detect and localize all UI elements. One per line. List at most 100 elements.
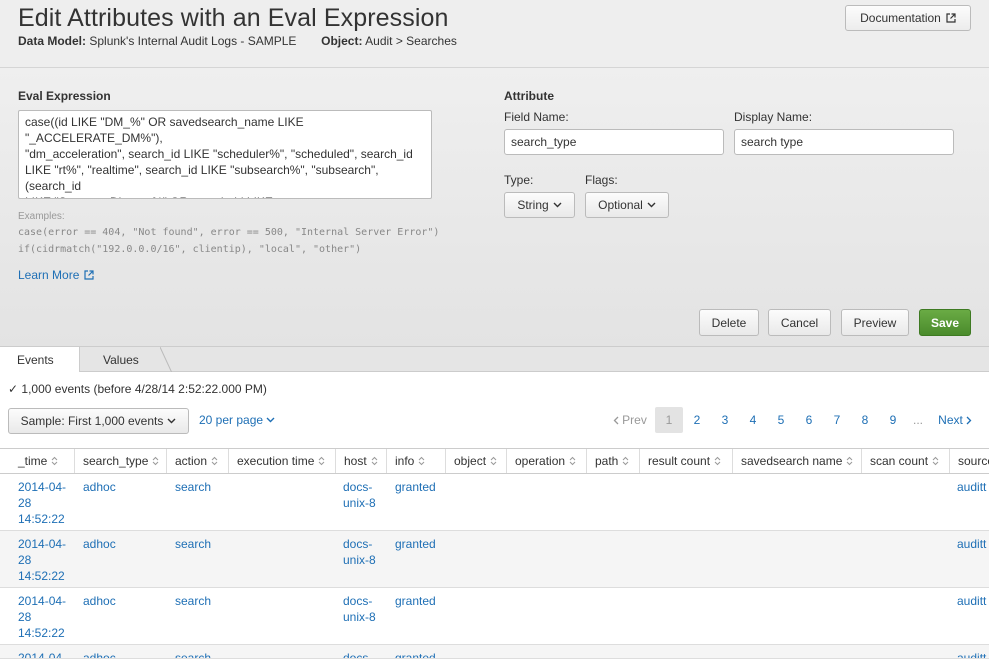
sample-label: Sample: First 1,000 events bbox=[20, 414, 164, 428]
sort-icon bbox=[371, 456, 378, 466]
per-page-dropdown[interactable]: 20 per page bbox=[199, 413, 275, 427]
preview-button[interactable]: Preview bbox=[841, 309, 909, 336]
cell-info[interactable]: granted bbox=[395, 536, 436, 552]
cell-source[interactable]: auditt bbox=[957, 479, 986, 495]
flags-dropdown[interactable]: Optional bbox=[585, 192, 669, 218]
attribute-label: Attribute bbox=[504, 89, 554, 103]
column-header[interactable]: execution time bbox=[229, 449, 336, 473]
cancel-button[interactable]: Cancel bbox=[768, 309, 831, 336]
cell-info[interactable]: granted bbox=[395, 650, 436, 658]
field-name-input[interactable]: search_type bbox=[504, 129, 724, 155]
page-header: Edit Attributes with an Eval Expression … bbox=[0, 0, 989, 68]
documentation-button[interactable]: Documentation bbox=[845, 5, 971, 31]
pagination-page-4[interactable]: 4 bbox=[739, 407, 767, 433]
delete-button[interactable]: Delete bbox=[699, 309, 759, 336]
type-value: String bbox=[517, 198, 549, 212]
cell-search-type[interactable]: adhoc bbox=[83, 650, 116, 658]
display-name-input[interactable]: search type bbox=[734, 129, 954, 155]
column-header[interactable]: _time bbox=[8, 449, 75, 473]
external-link-icon bbox=[84, 270, 94, 280]
type-dropdown[interactable]: String bbox=[504, 192, 575, 218]
cell-host[interactable]: docs- unix-8 bbox=[343, 593, 376, 625]
column-header[interactable]: object bbox=[446, 449, 507, 473]
cell-time[interactable]: 2014-04- bbox=[18, 650, 66, 658]
pagination-page-3[interactable]: 3 bbox=[711, 407, 739, 433]
column-header[interactable]: savedsearch name bbox=[733, 449, 862, 473]
tab-divider bbox=[160, 347, 173, 373]
chevron-left-icon bbox=[613, 416, 619, 424]
table-row[interactable]: 2014-04- adhoc search docs- granted audi… bbox=[0, 645, 989, 659]
cell-time[interactable]: 2014-04- 28 14:52:22 bbox=[18, 536, 66, 584]
eval-expression-textarea[interactable]: case((id LIKE "DM_%" OR savedsearch_name… bbox=[18, 110, 432, 199]
cell-search-type[interactable]: adhoc bbox=[83, 479, 116, 495]
check-icon: ✓ bbox=[8, 382, 19, 396]
table-row[interactable]: 2014-04- 28 14:52:22 adhoc search docs- … bbox=[0, 588, 989, 645]
pagination-page-2[interactable]: 2 bbox=[683, 407, 711, 433]
pagination-page-5[interactable]: 5 bbox=[767, 407, 795, 433]
sort-icon bbox=[490, 456, 497, 466]
column-header[interactable]: result count bbox=[640, 449, 733, 473]
object-value: Audit > Searches bbox=[365, 34, 457, 48]
eval-editor-panel: Eval Expression case((id LIKE "DM_%" OR … bbox=[0, 68, 989, 346]
sort-icon bbox=[714, 456, 721, 466]
cell-time[interactable]: 2014-04- 28 14:52:22 bbox=[18, 593, 66, 641]
sort-icon bbox=[153, 456, 159, 466]
cell-time[interactable]: 2014-04- 28 14:52:22 bbox=[18, 479, 66, 527]
pagination-page-8[interactable]: 8 bbox=[851, 407, 879, 433]
tab-events[interactable]: Events bbox=[0, 347, 80, 373]
tab-values[interactable]: Values bbox=[80, 347, 172, 373]
cell-source[interactable]: auditt bbox=[957, 536, 986, 552]
per-page-label: 20 per page bbox=[199, 413, 264, 427]
column-header[interactable]: action bbox=[167, 449, 229, 473]
learn-more-link[interactable]: Learn More bbox=[18, 268, 94, 282]
data-model-value: Splunk's Internal Audit Logs - SAMPLE bbox=[89, 34, 297, 48]
sort-icon bbox=[319, 456, 325, 466]
cell-info[interactable]: granted bbox=[395, 479, 436, 495]
object-label: Object: bbox=[321, 34, 363, 48]
sample-dropdown[interactable]: Sample: First 1,000 events bbox=[8, 408, 189, 434]
cell-search-type[interactable]: adhoc bbox=[83, 536, 116, 552]
cell-host[interactable]: docs- unix-8 bbox=[343, 479, 376, 511]
pagination-page-7[interactable]: 7 bbox=[823, 407, 851, 433]
sort-icon bbox=[419, 456, 425, 466]
column-header[interactable]: info bbox=[387, 449, 446, 473]
chevron-right-icon bbox=[966, 416, 972, 424]
pagination-next[interactable]: Next bbox=[935, 407, 975, 433]
column-header[interactable]: path bbox=[587, 449, 640, 473]
cell-host[interactable]: docs- bbox=[343, 650, 372, 658]
field-name-label: Field Name: bbox=[504, 110, 569, 124]
table-row[interactable]: 2014-04- 28 14:52:22 adhoc search docs- … bbox=[0, 474, 989, 531]
cell-action[interactable]: search bbox=[175, 593, 211, 609]
example-2: if(cidrmatch("192.0.0.0/16", clientip), … bbox=[18, 244, 362, 255]
column-header[interactable]: search_type bbox=[75, 449, 167, 473]
results-area: ✓ 1,000 events (before 4/28/14 2:52:22.0… bbox=[0, 372, 989, 659]
cell-search-type[interactable]: adhoc bbox=[83, 593, 116, 609]
sort-icon bbox=[623, 456, 629, 466]
table-header: _time search_type action execution time … bbox=[0, 448, 989, 474]
cell-source[interactable]: auditt bbox=[957, 593, 986, 609]
cell-source[interactable]: auditt bbox=[957, 650, 986, 658]
table-row[interactable]: 2014-04- 28 14:52:22 adhoc search docs- … bbox=[0, 531, 989, 588]
column-header[interactable]: source bbox=[950, 449, 989, 473]
results-tabs: Events Values bbox=[0, 346, 989, 373]
pagination-page-1[interactable]: 1 bbox=[655, 407, 683, 433]
chevron-down-icon bbox=[647, 202, 656, 208]
cell-info[interactable]: granted bbox=[395, 593, 436, 609]
pagination-prev[interactable]: Prev bbox=[610, 407, 650, 433]
cell-host[interactable]: docs- unix-8 bbox=[343, 536, 376, 568]
cell-action[interactable]: search bbox=[175, 479, 211, 495]
pagination-page-6[interactable]: 6 bbox=[795, 407, 823, 433]
column-header[interactable]: scan count bbox=[862, 449, 950, 473]
flags-value: Optional bbox=[598, 198, 643, 212]
cell-action[interactable]: search bbox=[175, 536, 211, 552]
flags-label: Flags: bbox=[585, 173, 618, 187]
data-model-label: Data Model: bbox=[18, 34, 87, 48]
column-header[interactable]: operation bbox=[507, 449, 587, 473]
sort-icon bbox=[847, 456, 853, 466]
pagination-page-9[interactable]: 9 bbox=[879, 407, 907, 433]
save-button[interactable]: Save bbox=[919, 309, 971, 336]
examples-label: Examples: bbox=[18, 211, 65, 222]
column-header[interactable]: host bbox=[336, 449, 387, 473]
example-1: case(error == 404, "Not found", error ==… bbox=[18, 227, 440, 238]
cell-action[interactable]: search bbox=[175, 650, 211, 658]
